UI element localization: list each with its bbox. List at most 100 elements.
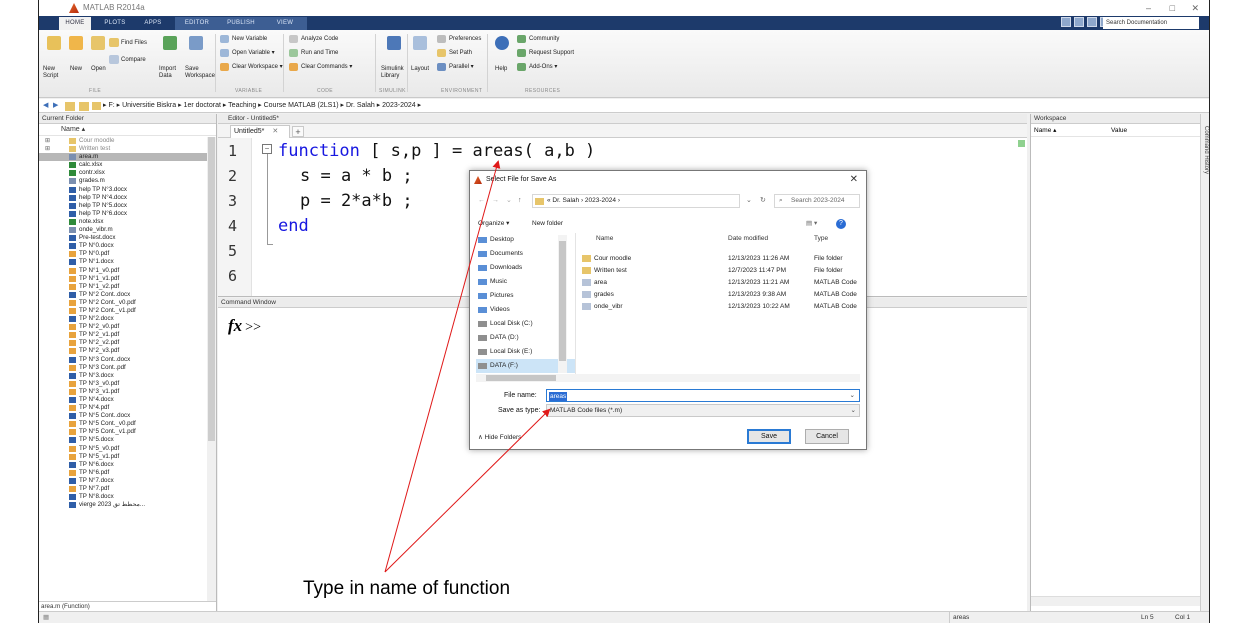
maximize-button[interactable]: □ [1170,0,1175,16]
tab-untitled5[interactable]: Untitled5* ✕ [230,125,290,138]
list-item[interactable]: TP N°6.docx [39,461,207,469]
help-button[interactable]: Help [495,66,507,73]
list-item[interactable]: TP N°3_v0.pdf [39,380,207,388]
new-tab-button[interactable]: + [292,126,304,137]
code-line-3[interactable]: p = 2*a*b ; [300,191,413,211]
list-item[interactable]: TP N°3.docx [39,372,207,380]
list-item[interactable]: area.m [39,153,207,162]
list-item[interactable]: TP N°2 Cont._v1.pdf [39,307,207,315]
list-item[interactable]: Pre-test.docx [39,234,207,242]
dialog-help-icon[interactable]: ? [836,219,846,229]
list-item[interactable]: TP N°3 Cont..pdf [39,364,207,372]
analyze-code-button[interactable]: Analyze Code [301,36,338,43]
file-row-name[interactable]: Cour moodle [582,255,631,262]
clear-commands-button[interactable]: Clear Commands ▾ [301,64,352,71]
add-ons-button[interactable]: Add-Ons ▾ [529,64,557,71]
folder-scrollbar[interactable] [207,137,216,601]
list-item[interactable]: onde_vibr.m [39,226,207,234]
list-item[interactable]: TP N°5_v0.pdf [39,445,207,453]
dialog-path[interactable]: « Dr. Salah › 2023-2024 › [532,194,740,208]
new-variable-button[interactable]: New Variable [232,36,267,43]
breadcrumb[interactable]: ▸ F: ▸ Universitie Biskra ▸ 1er doctorat… [103,99,421,113]
clear-workspace-button[interactable]: Clear Workspace ▾ [232,64,283,71]
file-row-name[interactable]: Written test [582,267,627,274]
cut-icon[interactable] [1074,17,1084,27]
up-arrow-icon[interactable]: ↑ [518,193,522,209]
horizontal-scrollbar[interactable] [476,374,860,382]
close-button[interactable]: ✕ [1191,0,1199,16]
list-item[interactable]: TP N°5 Cont..docx [39,412,207,420]
expand-icon[interactable]: ⊞ [45,137,50,145]
save-as-type-select[interactable]: MATLAB Code files (*.m) ⌄ [546,404,860,417]
fx-icon[interactable]: fx [228,316,242,335]
code-line-2[interactable]: s = a * b ; [300,166,413,186]
chevron-down-icon[interactable]: ⌄ [851,405,856,416]
run-and-time-button[interactable]: Run and Time [301,50,338,57]
list-item[interactable]: TP N°5 Cont._v0.pdf [39,420,207,428]
command-history-panel[interactable]: Command History [1200,114,1209,611]
list-item[interactable]: TP N°2 Cont..docx [39,291,207,299]
list-item[interactable]: calc.xlsx [39,161,207,169]
tab-view[interactable]: VIEW [263,17,307,30]
workspace-scrollbar[interactable] [1031,596,1200,606]
tab-home[interactable]: HOME [59,17,91,30]
expand-icon[interactable]: ⊞ [45,145,50,153]
recent-dropdown-icon[interactable]: ⌄ [506,193,512,209]
tab-editor[interactable]: EDITOR [175,17,219,30]
file-row-name[interactable]: area [582,279,607,286]
open-button[interactable]: Open [91,66,106,73]
import-data-button[interactable]: Import Data [159,66,183,80]
chevron-down-icon[interactable]: ⌄ [849,391,856,400]
find-files-button[interactable]: Find Files [121,40,147,47]
save-workspace-button[interactable]: Save Workspace [185,66,217,80]
file-name-input[interactable]: areas ⌄ [546,389,860,402]
list-item[interactable]: TP N°3 Cont..docx [39,356,207,364]
name-column-header[interactable]: Name [596,235,613,242]
forward-arrow-icon[interactable]: → [492,193,499,209]
save-button[interactable]: Save [747,429,791,444]
dialog-close-button[interactable]: ✕ [850,171,858,189]
preferences-button[interactable]: Preferences [449,36,481,43]
code-line-1[interactable]: function [ s,p ] = areas( a,b ) [278,141,595,161]
list-item[interactable]: contr.xlsx [39,169,207,177]
type-column-header[interactable]: Type [814,235,828,242]
list-item[interactable]: TP N°4.docx [39,396,207,404]
list-item[interactable]: help TP N°3.docx [39,186,207,194]
list-item[interactable]: TP N°0.pdf [39,250,207,258]
forward-icon[interactable]: ▶ [53,99,58,113]
list-item[interactable]: TP N°2.docx [39,315,207,323]
back-icon[interactable]: ◀ [43,99,48,113]
workspace-value-column[interactable]: Value [1111,125,1127,137]
view-options-icon[interactable]: ▤ ▾ [806,217,817,231]
request-support-button[interactable]: Request Support [529,50,574,57]
list-item[interactable]: ⊞ Cour moodle [39,137,207,145]
list-item[interactable]: help TP N°4.docx [39,194,207,202]
code-analyzer-icon[interactable] [1018,140,1025,147]
list-item[interactable]: TP N°1_v0.pdf [39,267,207,275]
cancel-button[interactable]: Cancel [805,429,849,444]
copy-icon[interactable] [1087,17,1097,27]
fold-toggle-icon[interactable]: − [262,144,272,154]
list-item[interactable]: ⊞ Written test [39,145,207,153]
minimize-button[interactable]: – [1146,0,1151,16]
tab-publish[interactable]: PUBLISH [219,17,263,30]
list-item[interactable]: TP N°2_v2.pdf [39,339,207,347]
name-column-header[interactable]: Name ▴ [39,124,216,136]
list-item[interactable]: TP N°4.pdf [39,404,207,412]
list-item[interactable]: TP N°1_v1.pdf [39,275,207,283]
list-item[interactable]: TP N°5_v1.pdf [39,453,207,461]
tab-apps[interactable]: APPS [137,17,169,30]
list-item[interactable]: TP N°3_v1.pdf [39,388,207,396]
file-row-name[interactable]: grades [582,291,614,298]
date-column-header[interactable]: Date modified [728,235,768,242]
search-documentation-input[interactable]: Search Documentation [1103,17,1199,29]
list-item[interactable]: TP N°7.pdf [39,485,207,493]
back-arrow-icon[interactable]: ← [478,193,485,209]
new-script-button[interactable]: New Script [43,66,65,80]
path-dropdown-icon[interactable]: ⌄ [746,193,752,209]
list-item[interactable]: TP N°2 Cont._v0.pdf [39,299,207,307]
up-folder-icon[interactable] [65,102,75,111]
list-item[interactable]: vierge 2023 محطط تق... [39,501,207,509]
list-item[interactable]: grades.m [39,177,207,185]
new-folder-button[interactable]: New folder [532,217,563,231]
